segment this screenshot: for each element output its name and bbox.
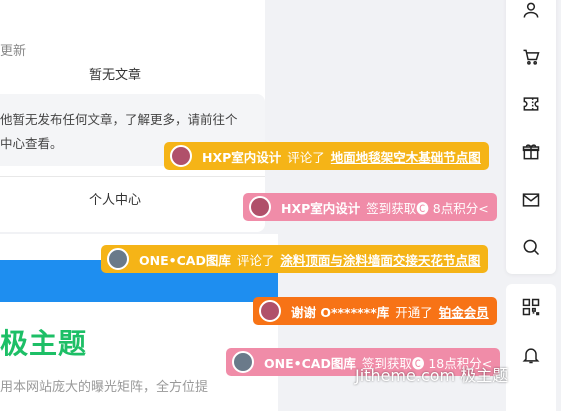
search-icon[interactable]: [521, 237, 541, 257]
toast-user: HXP室内设计: [202, 149, 282, 165]
toast-target[interactable]: 铂金会员: [439, 302, 489, 321]
toast-target[interactable]: 地面地毯架空木基础节点图: [331, 147, 481, 166]
notification-toast[interactable]: ONE•CAD图库 评论了 涂料顶面与涂料墙面交接天花节点图: [101, 245, 489, 273]
profile-cut-text: 用户中心，了解更多，请前往个: [0, 0, 183, 15]
personal-center-link[interactable]: 个人中心: [0, 189, 230, 208]
mail-icon[interactable]: [521, 190, 541, 210]
toast-user: ONE•CAD图库: [264, 355, 356, 371]
user-icon[interactable]: [521, 0, 541, 20]
toast-user: 谢谢 O*******库: [291, 304, 390, 320]
avatar: [259, 300, 281, 322]
notification-toast[interactable]: 谢谢 O*******库 开通了 铂金会员: [253, 297, 497, 325]
avatar: [249, 196, 271, 218]
toast-action: 开通了: [395, 304, 433, 320]
notification-toast[interactable]: HXP室内设计 签到获取🅒 8点积分<: [243, 193, 497, 221]
avatar: [170, 145, 192, 167]
toast-action: 评论了: [236, 252, 275, 268]
message-line-1: 他暂无发布任何文章，了解更多，请前往个: [0, 112, 238, 127]
notification-toast[interactable]: HXP室内设计 评论了 地面地毯架空木基础节点图: [164, 142, 489, 170]
gift-icon[interactable]: [521, 142, 541, 162]
promo-desc: 用本网站庞大的曝光矩阵，全方位提: [0, 380, 209, 395]
promo-title: 极主题: [0, 327, 88, 360]
qrcode-icon[interactable]: [521, 297, 541, 317]
cart-icon[interactable]: [521, 47, 541, 67]
toast-action: 评论了: [287, 149, 325, 165]
toast-user: HXP室内设计: [281, 200, 361, 216]
divider: [0, 176, 265, 177]
update-label: 更新: [0, 44, 27, 59]
avatar: [232, 351, 254, 373]
no-article-text: 暂无文章: [88, 68, 141, 83]
watermark: Jitheme.com 极主题: [355, 366, 509, 385]
toast-target[interactable]: 涂料顶面与涂料墙面交接天花节点图: [280, 250, 480, 269]
ticket-icon[interactable]: [521, 94, 541, 114]
floating-sidebar: [506, 0, 556, 274]
bell-icon[interactable]: [521, 345, 541, 365]
toast-action: 签到获取🅒 8点积分<: [366, 200, 489, 216]
toast-user: ONE•CAD图库: [139, 252, 231, 268]
avatar: [107, 248, 129, 270]
